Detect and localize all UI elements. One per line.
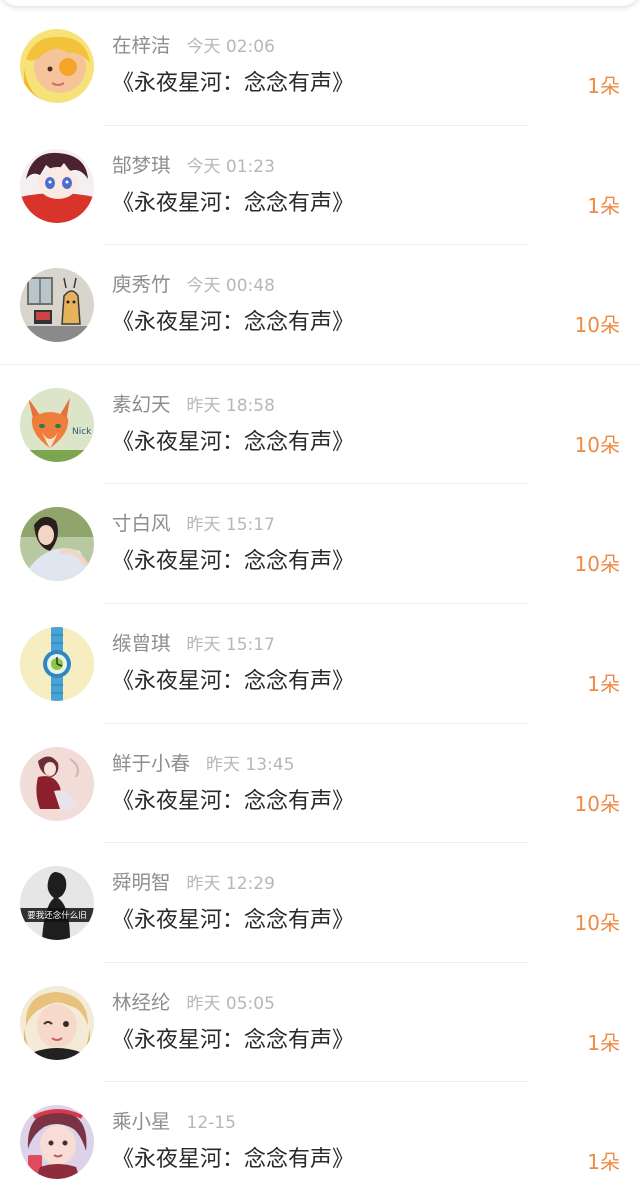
timestamp: 昨天 15:17 [186, 515, 275, 536]
flower-count: 10朵 [574, 313, 620, 338]
user-name[interactable]: 郜梦琪 [112, 154, 171, 177]
timestamp: 昨天 13:45 [206, 754, 295, 775]
avatar-caption-1: Nick Wi [72, 427, 94, 437]
user-name[interactable]: 舜明智 [112, 871, 171, 894]
user-name[interactable]: 鲜于小春 [112, 752, 190, 775]
avatar-image-cartoon-room [20, 268, 94, 343]
avatar-image-pink-hair-girl [20, 1105, 94, 1180]
avatar-image-wristwatch [20, 626, 94, 701]
list-item[interactable]: 林经纶 昨天 05:05 《永夜星河：念念有声》 1朵 [0, 963, 640, 1083]
user-name[interactable]: 寸白风 [112, 512, 171, 535]
gift-list[interactable]: 在梓洁 今天 02:06 《永夜星河：念念有声》 1朵 郜梦琪 今天 01:23… [0, 6, 640, 1194]
avatar-image-fox: Nick Wi [20, 387, 94, 462]
user-name[interactable]: 缑曾琪 [112, 632, 171, 655]
timestamp: 昨天 15:17 [186, 634, 275, 655]
timestamp: 昨天 18:58 [186, 395, 275, 416]
flower-count: 1朵 [587, 1030, 620, 1055]
avatar[interactable] [20, 1105, 94, 1180]
avatar[interactable] [20, 626, 94, 701]
work-title[interactable]: 《永夜星河：念念有声》 [112, 307, 354, 339]
avatar-image-blonde-girl [20, 29, 94, 103]
work-title[interactable]: 《永夜星河：念念有声》 [112, 905, 354, 937]
user-name[interactable]: 庾秀竹 [112, 273, 171, 296]
user-name[interactable]: 林经纶 [112, 991, 171, 1014]
timestamp: 今天 00:48 [186, 276, 275, 297]
list-item[interactable]: 在梓洁 今天 02:06 《永夜星河：念念有声》 1朵 [0, 6, 640, 126]
list-item[interactable]: 庾秀竹 今天 00:48 《永夜星河：念念有声》 10朵 [0, 245, 640, 365]
avatar[interactable] [20, 268, 94, 343]
user-name[interactable]: 在梓洁 [112, 34, 171, 57]
user-name[interactable]: 素幻天 [112, 393, 171, 416]
timestamp: 12-15 [186, 1113, 236, 1134]
flower-count: 10朵 [574, 911, 620, 936]
timestamp: 昨天 05:05 [186, 993, 275, 1014]
timestamp: 昨天 12:29 [186, 874, 275, 895]
list-item[interactable]: 缑曾琪 昨天 15:17 《永夜星河：念念有声》 1朵 [0, 604, 640, 724]
timestamp: 今天 02:06 [186, 37, 275, 57]
work-title[interactable]: 《永夜星河：念念有声》 [112, 1144, 354, 1176]
gift-record-page: 在梓洁 今天 02:06 《永夜星河：念念有声》 1朵 郜梦琪 今天 01:23… [0, 0, 640, 1194]
work-title[interactable]: 《永夜星河：念念有声》 [112, 188, 354, 220]
timestamp: 今天 01:23 [186, 156, 275, 177]
avatar-image-girl-photo [20, 507, 94, 582]
avatar-image-winking-girl [20, 985, 94, 1060]
avatar[interactable] [20, 985, 94, 1060]
flower-count: 1朵 [587, 1150, 620, 1175]
avatar-image-silhouette: 要我还念什么旧 [20, 866, 94, 941]
list-item[interactable]: 鲜于小春 昨天 13:45 《永夜星河：念念有声》 10朵 [0, 724, 640, 844]
row-meta: 缑曾琪 昨天 15:17 [112, 630, 275, 658]
avatar[interactable]: 要我还念什么旧 [20, 866, 94, 941]
row-meta: 乘小星 12-15 [112, 1108, 236, 1136]
flower-count: 1朵 [587, 671, 620, 696]
avatar[interactable] [20, 507, 94, 582]
flower-count: 1朵 [587, 193, 620, 218]
row-meta: 在梓洁 今天 02:06 [112, 32, 275, 60]
avatar[interactable] [20, 29, 94, 103]
work-title[interactable]: 《永夜星河：念念有声》 [112, 68, 354, 100]
list-item[interactable]: 寸白风 昨天 15:17 《永夜星河：念念有声》 10朵 [0, 484, 640, 604]
work-title[interactable]: 《永夜星河：念念有声》 [112, 1025, 354, 1057]
avatar[interactable] [20, 746, 94, 821]
row-meta: 素幻天 昨天 18:58 [112, 391, 275, 419]
flower-count: 10朵 [574, 552, 620, 577]
list-item[interactable]: 要我还念什么旧 舜明智 昨天 12:29 《永夜星河：念念有声》 10朵 [0, 843, 640, 963]
list-item[interactable]: Nick Wi 素幻天昨天 18:58 《永夜星河：念念有声》 10朵 [0, 365, 640, 485]
avatar-image-sitting-figure [20, 746, 94, 821]
work-title[interactable]: 《永夜星河：念念有声》 [112, 786, 354, 818]
work-title[interactable]: 《永夜星河：念念有声》 [112, 546, 354, 578]
row-meta: 庾秀竹 今天 00:48 [112, 271, 275, 299]
avatar-image-anime-girl [20, 148, 94, 223]
avatar-caption-2: 要我还念什么旧 [27, 910, 87, 921]
row-meta: 寸白风 昨天 15:17 [112, 510, 275, 538]
work-title[interactable]: 《永夜星河：念念有声》 [112, 666, 354, 698]
list-item[interactable]: 郜梦琪 今天 01:23 《永夜星河：念念有声》 1朵 [0, 126, 640, 246]
row-meta: 鲜于小春 昨天 13:45 [112, 750, 294, 778]
avatar[interactable] [20, 148, 94, 223]
flower-count: 10朵 [574, 791, 620, 816]
flower-count: 10朵 [574, 432, 620, 457]
row-meta: 郜梦琪 今天 01:23 [112, 152, 275, 180]
flower-count: 1朵 [587, 74, 620, 98]
row-meta: 林经纶 昨天 05:05 [112, 989, 275, 1017]
avatar[interactable]: Nick Wi [20, 387, 94, 462]
row-meta: 舜明智 昨天 12:29 [112, 869, 275, 897]
list-item[interactable]: 乘小星 12-15 《永夜星河：念念有声》 1朵 [0, 1082, 640, 1194]
work-title[interactable]: 《永夜星河：念念有声》 [112, 427, 354, 459]
user-name[interactable]: 乘小星 [112, 1110, 171, 1133]
